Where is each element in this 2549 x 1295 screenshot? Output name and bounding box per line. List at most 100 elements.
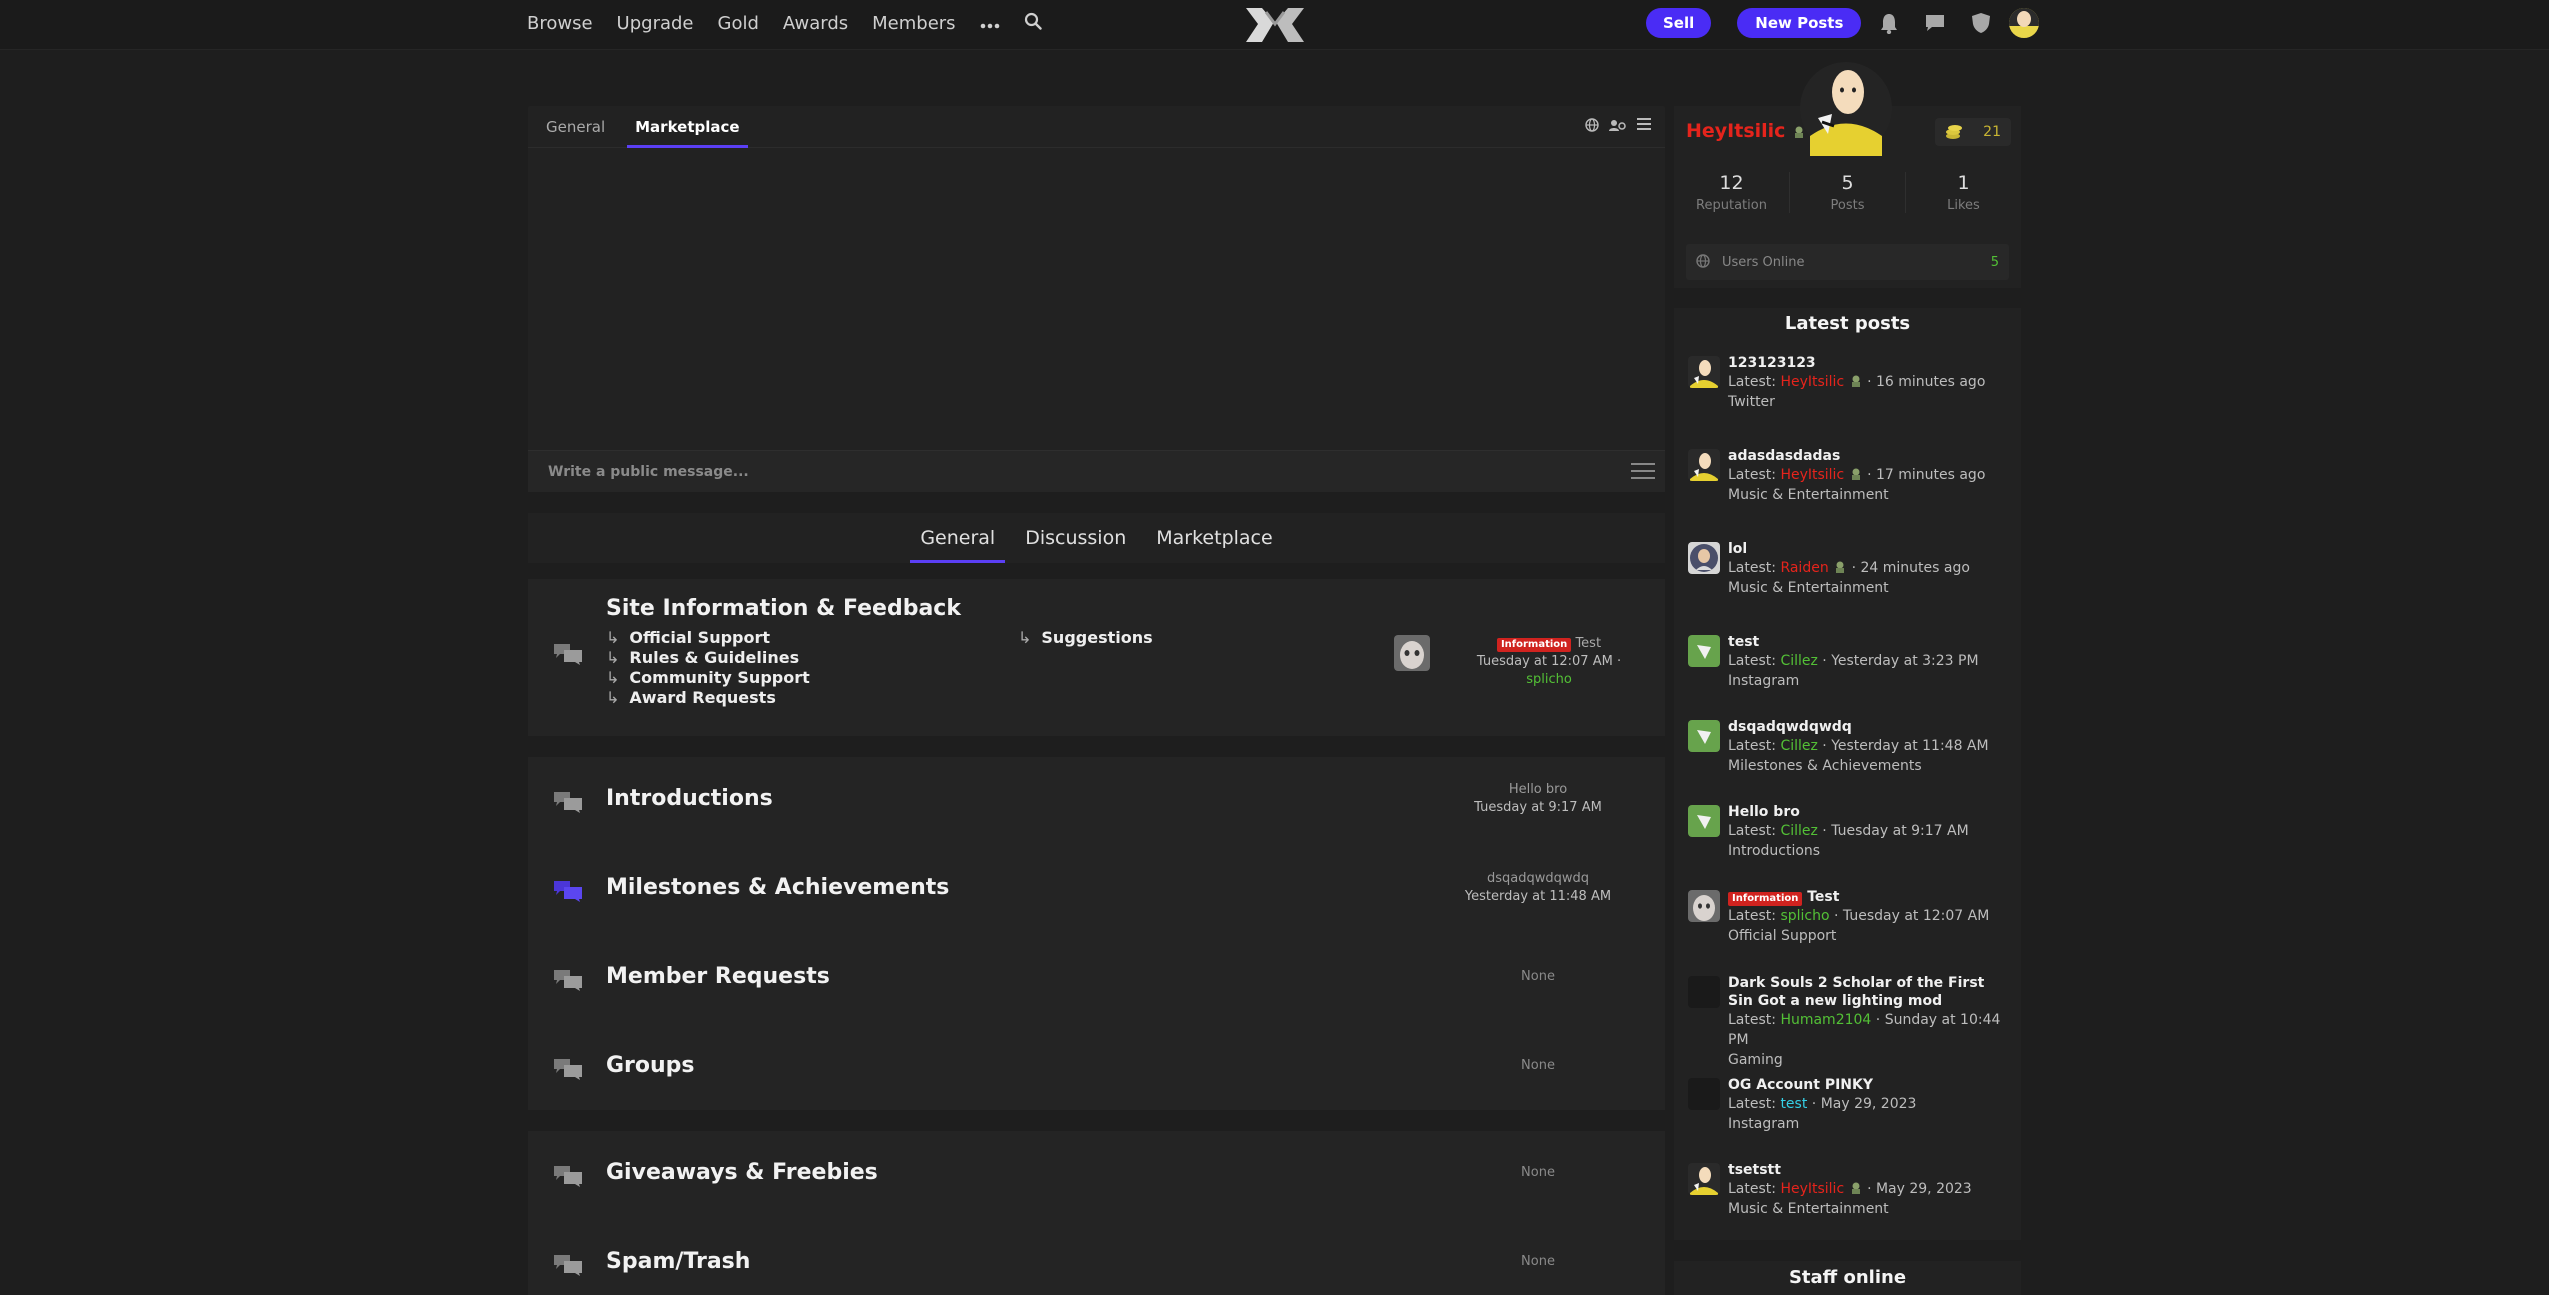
post-author-avatar[interactable] [1688, 890, 1720, 922]
tab-marketplace[interactable]: Marketplace [1146, 513, 1282, 563]
nav-browse[interactable]: Browse [527, 13, 593, 34]
site-logo[interactable] [1240, 2, 1310, 48]
subforum-rules[interactable]: ↳ Rules & Guidelines [606, 648, 799, 667]
node-spam-trash[interactable]: Spam/Trash None [528, 1220, 1665, 1295]
users-online-bar[interactable]: Users Online 5 [1686, 244, 2009, 280]
tab-general[interactable]: General [910, 513, 1006, 563]
post-username[interactable]: HeyItsilic [1780, 374, 1844, 390]
post-author-avatar[interactable] [1688, 635, 1720, 667]
nav-upgrade[interactable]: Upgrade [617, 13, 694, 34]
post-author-avatar[interactable] [1688, 976, 1720, 1008]
menu-icon[interactable] [1637, 118, 1651, 136]
post-author-avatar[interactable] [1688, 1163, 1720, 1195]
bell-icon[interactable] [1871, 5, 1907, 41]
last-post-title[interactable]: Hello bro [1408, 781, 1668, 799]
post-username[interactable]: Cillez [1780, 823, 1817, 839]
post-title[interactable]: lol [1728, 540, 2008, 558]
post-author-avatar[interactable] [1688, 356, 1720, 388]
post-forum[interactable]: Music & Entertainment [1728, 485, 2008, 505]
globe-icon[interactable] [1585, 118, 1599, 136]
post-username[interactable]: Humam2104 [1780, 1012, 1871, 1028]
node-groups[interactable]: Groups None [528, 1024, 1665, 1113]
nav-members[interactable]: Members [872, 13, 955, 34]
nav-awards[interactable]: Awards [783, 13, 848, 34]
post-username[interactable]: Cillez [1780, 653, 1817, 669]
post-title[interactable]: test [1728, 633, 2008, 651]
post-forum[interactable]: Milestones & Achievements [1728, 756, 2008, 776]
node-title-introductions[interactable]: Introductions [606, 786, 773, 811]
post-forum[interactable]: Music & Entertainment [1728, 578, 2008, 598]
coin-balance[interactable]: 21 [1935, 118, 2011, 146]
profile-username[interactable]: HeyItsilic [1686, 120, 1806, 142]
node-introductions[interactable]: Introductions Hello bro Tuesday at 9:17 … [528, 757, 1665, 846]
user-avatar[interactable] [2009, 8, 2040, 38]
post-title[interactable]: tsetstt [1728, 1161, 2008, 1179]
post-forum[interactable]: Instagram [1728, 671, 2008, 691]
node-title-spam-trash[interactable]: Spam/Trash [606, 1249, 750, 1274]
last-post-avatar[interactable] [1394, 635, 1430, 671]
node-giveaways[interactable]: Giveaways & Freebies None [528, 1131, 1665, 1220]
sell-button[interactable]: Sell [1646, 8, 1712, 38]
post-forum[interactable]: Twitter [1728, 392, 2008, 412]
post-title[interactable]: Dark Souls 2 Scholar of the First Sin Go… [1728, 974, 2008, 1010]
chat-message-input[interactable] [548, 463, 1598, 480]
post-forum[interactable]: Music & Entertainment [1728, 1199, 2008, 1219]
rank-icon [1833, 560, 1847, 574]
last-post-title[interactable]: Test [1575, 636, 1601, 651]
separator: · [1811, 1096, 1817, 1112]
post-forum[interactable]: Introductions [1728, 841, 2008, 861]
post-forum[interactable]: Gaming [1728, 1050, 2008, 1070]
post-username[interactable]: HeyItsilic [1780, 467, 1844, 483]
ellipsis-icon[interactable] [980, 13, 1000, 34]
node-title-member-requests[interactable]: Member Requests [606, 964, 830, 989]
profile-avatar[interactable] [1798, 56, 1894, 156]
post-author-avatar[interactable] [1688, 449, 1720, 481]
last-post-user[interactable]: splicho [1526, 672, 1572, 687]
chat-tab-marketplace[interactable]: Marketplace [627, 106, 748, 148]
chat-tab-general[interactable]: General [538, 106, 613, 148]
main-nav: Browse Upgrade Gold Awards Members [527, 0, 1042, 46]
globe-icon [1696, 253, 1710, 272]
node-title-groups[interactable]: Groups [606, 1053, 695, 1078]
subforum-official-support[interactable]: ↳ Official Support [606, 628, 770, 647]
post-username[interactable]: HeyItsilic [1780, 1181, 1844, 1197]
post-author-avatar[interactable] [1688, 1078, 1720, 1110]
post-username[interactable]: test [1780, 1096, 1807, 1112]
latest-prefix: Latest: [1728, 823, 1776, 839]
post-author-avatar[interactable] [1688, 542, 1720, 574]
node-title-site-info[interactable]: Site Information & Feedback [606, 596, 961, 621]
latest-prefix: Latest: [1728, 653, 1776, 669]
chat-options-icon[interactable] [1631, 461, 1655, 485]
search-icon[interactable] [1024, 12, 1042, 35]
last-post-title[interactable]: dsqadqwdqwdq [1408, 870, 1668, 888]
post-author-avatar[interactable] [1688, 720, 1720, 752]
post-title[interactable]: 123123123 [1728, 354, 2008, 372]
new-posts-button[interactable]: New Posts [1737, 8, 1862, 38]
post-title[interactable]: OG Account PINKY [1728, 1076, 2008, 1094]
node-milestones[interactable]: Milestones & Achievements dsqadqwdqwdq Y… [528, 846, 1665, 935]
post-title[interactable]: Hello bro [1728, 803, 2008, 821]
subforum-suggestions[interactable]: ↳ Suggestions [1018, 628, 1153, 647]
post-forum[interactable]: Official Support [1728, 926, 2008, 946]
nav-gold[interactable]: Gold [718, 13, 759, 34]
tab-discussion[interactable]: Discussion [1015, 513, 1136, 563]
node-title-milestones[interactable]: Milestones & Achievements [606, 875, 949, 900]
subforum-community-support[interactable]: ↳ Community Support [606, 668, 810, 687]
shield-icon[interactable] [1963, 5, 1999, 41]
post-username[interactable]: Raiden [1780, 560, 1828, 576]
users-settings-icon[interactable] [1609, 118, 1627, 136]
latest-prefix: Latest: [1728, 1012, 1776, 1028]
subforum-award-requests[interactable]: ↳ Award Requests [606, 688, 776, 707]
node-member-requests[interactable]: Member Requests None [528, 935, 1665, 1024]
post-title[interactable]: dsqadqwdqwdq [1728, 718, 2008, 736]
post-username[interactable]: Cillez [1780, 738, 1817, 754]
post-username[interactable]: splicho [1780, 908, 1829, 924]
post-forum[interactable]: Instagram [1728, 1114, 2008, 1134]
node-title-giveaways[interactable]: Giveaways & Freebies [606, 1160, 878, 1185]
chat-messages-area [528, 148, 1665, 448]
chat-bubble-icon[interactable] [1917, 5, 1953, 41]
post-title[interactable]: adasdasdadas [1728, 447, 2008, 465]
post-author-avatar[interactable] [1688, 805, 1720, 837]
post-title[interactable]: Information Test [1728, 888, 2008, 906]
separator: · [1822, 738, 1827, 754]
